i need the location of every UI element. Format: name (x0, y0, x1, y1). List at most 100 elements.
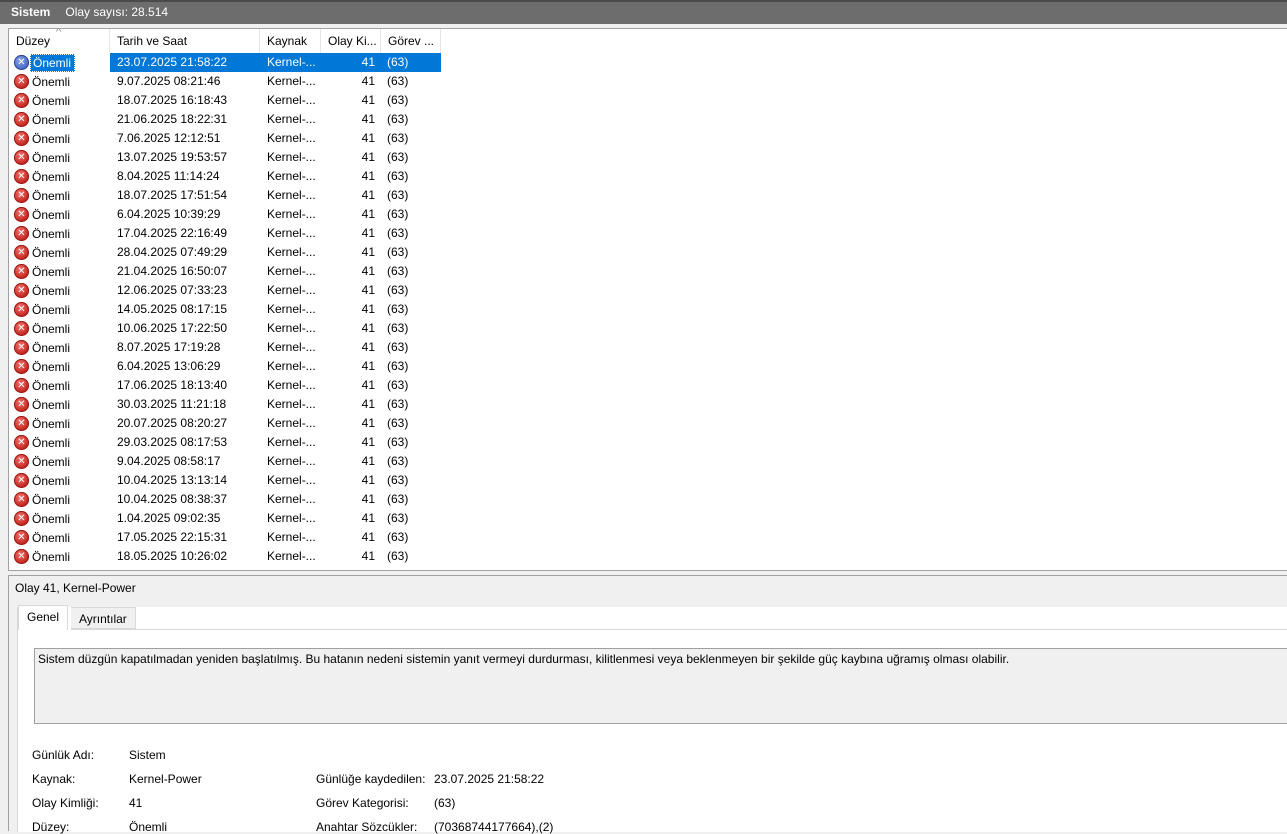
cell-source: Kernel-... (267, 264, 316, 278)
cell-level-text: Önemli (32, 74, 71, 89)
cell-level: ✕ Önemli (9, 530, 110, 546)
table-row[interactable]: ✕ Önemli 18.07.2025 17:51:54 Kernel-... 41 (6… (9, 186, 441, 205)
cell-source: Kernel-... (267, 112, 316, 126)
table-row[interactable]: ✕ Önemli 29.03.2025 08:17:53 Kernel-... 41 (6… (9, 433, 441, 452)
error-x-icon: ✕ (14, 492, 29, 507)
cell-event-id: 41 (361, 264, 375, 278)
table-row[interactable]: ✕ Önemli 9.07.2025 08:21:46 Kernel-... 41 (63… (9, 72, 441, 91)
table-row[interactable]: ✕ Önemli 6.04.2025 13:06:29 Kernel-... 41 (63… (9, 357, 441, 376)
table-row[interactable]: ✕ Önemli 30.03.2025 11:21:18 Kernel-... 41 (6… (9, 395, 441, 414)
cell-date: 7.06.2025 12:12:51 (117, 131, 221, 145)
table-row[interactable]: ✕ Önemli 7.06.2025 12:12:51 Kernel-... 41 (63… (9, 129, 441, 148)
cell-level-text: Önemli (32, 473, 71, 488)
cell-source: Kernel-... (267, 321, 316, 335)
table-row[interactable]: ✕ Önemli 17.06.2025 18:13:40 Kernel-... 41 (6… (9, 376, 441, 395)
cell-task: (63) (387, 283, 409, 297)
event-detail-panel: Olay 41, Kernel-Power Genel Ayrıntılar S… (8, 575, 1287, 834)
table-row[interactable]: ✕ Önemli 17.05.2025 22:15:31 Kernel-... 41 (6… (9, 528, 441, 547)
table-row[interactable]: ✕ Önemli 23.07.2025 21:58:22 Kernel-... 41 (6… (9, 53, 441, 72)
cell-level-text: Önemli (32, 93, 71, 108)
table-row[interactable]: ✕ Önemli 12.06.2025 07:33:23 Kernel-... 41 (6… (9, 281, 441, 300)
column-header-source[interactable]: Kaynak (260, 29, 321, 53)
error-x-icon: ✕ (14, 530, 29, 545)
table-row[interactable]: ✕ Önemli 28.04.2025 07:49:29 Kernel-... 41 (6… (9, 243, 441, 262)
table-row[interactable]: ✕ Önemli 1.04.2025 09:02:35 Kernel-... 41 (63… (9, 509, 441, 528)
cell-level-text: Önemli (32, 302, 71, 317)
cell-task: (63) (387, 378, 409, 392)
cell-level: ✕ Önemli (9, 549, 110, 565)
cell-level-text: Önemli (32, 416, 71, 431)
cell-level-text: Önemli (32, 530, 71, 545)
cell-level: ✕ Önemli (9, 340, 110, 356)
cell-source: Kernel-... (267, 188, 316, 202)
cell-event-id: 41 (361, 378, 375, 392)
cell-source: Kernel-... (267, 416, 316, 430)
cell-event-id: 41 (361, 340, 375, 354)
column-header-task[interactable]: Görev ... (381, 29, 441, 53)
cell-date: 17.06.2025 18:13:40 (117, 378, 228, 392)
cell-level-text: Önemli (32, 283, 71, 298)
cell-level: ✕ Önemli (9, 416, 110, 432)
log-title-bar: Sistem Olay sayısı: 28.514 (0, 0, 1287, 24)
table-row[interactable]: ✕ Önemli 13.07.2025 19:53:57 Kernel-... 41 (6… (9, 148, 441, 167)
cell-event-id: 41 (361, 435, 375, 449)
error-x-icon: ✕ (14, 397, 29, 412)
cell-source: Kernel-... (267, 378, 316, 392)
cell-task: (63) (387, 169, 409, 183)
table-row[interactable]: ✕ Önemli 20.07.2025 08:20:27 Kernel-... 41 (6… (9, 414, 441, 433)
tab-details[interactable]: Ayrıntılar (71, 607, 136, 629)
cell-level-text: Önemli (32, 511, 71, 526)
cell-task: (63) (387, 492, 409, 506)
table-row[interactable]: ✕ Önemli 8.07.2025 17:19:28 Kernel-... 41 (63… (9, 338, 441, 357)
column-header-date[interactable]: Tarih ve Saat (110, 29, 260, 53)
event-list[interactable]: ^ Düzey Tarih ve Saat Kaynak Olay Ki... … (8, 28, 1287, 571)
table-row[interactable]: ✕ Önemli 21.04.2025 16:50:07 Kernel-... 41 (6… (9, 262, 441, 281)
table-row[interactable]: ✕ Önemli 10.06.2025 17:22:50 Kernel-... 41 (6… (9, 319, 441, 338)
cell-source: Kernel-... (267, 511, 316, 525)
cell-level-text: Önemli (32, 188, 71, 203)
cell-date: 18.07.2025 16:18:43 (117, 93, 228, 107)
detail-tabs-area: Genel Ayrıntılar Sistem düzgün kapatılma… (17, 605, 1287, 834)
cell-level-text: Önemli (32, 264, 71, 279)
column-header-event-id[interactable]: Olay Ki... (321, 29, 381, 53)
column-header-level[interactable]: ^ Düzey (9, 29, 110, 53)
cell-task: (63) (387, 150, 409, 164)
table-row[interactable]: ✕ Önemli 18.05.2025 10:26:02 Kernel-... 41 (6… (9, 547, 441, 566)
error-x-icon: ✕ (14, 340, 29, 355)
cell-level-text: Önemli (32, 207, 71, 222)
cell-source: Kernel-... (267, 530, 316, 544)
table-row[interactable]: ✕ Önemli 10.04.2025 08:38:37 Kernel-... 41 (6… (9, 490, 441, 509)
error-x-icon: ✕ (14, 93, 29, 108)
event-list-header: ^ Düzey Tarih ve Saat Kaynak Olay Ki... … (9, 29, 441, 53)
cell-level-text: Önemli (32, 454, 71, 469)
cell-task: (63) (387, 473, 409, 487)
cell-date: 17.05.2025 22:15:31 (117, 530, 228, 544)
table-row[interactable]: ✕ Önemli 10.04.2025 13:13:14 Kernel-... 41 (6… (9, 471, 441, 490)
cell-task: (63) (387, 188, 409, 202)
error-x-icon: ✕ (14, 302, 29, 317)
table-row[interactable]: ✕ Önemli 9.04.2025 08:58:17 Kernel-... 41 (63… (9, 452, 441, 471)
cell-level: ✕ Önemli (9, 302, 110, 318)
event-description[interactable]: Sistem düzgün kapatılmadan yeniden başla… (34, 648, 1287, 724)
cell-event-id: 41 (321, 53, 381, 72)
table-row[interactable]: ✕ Önemli 8.04.2025 11:14:24 Kernel-... 41 (63… (9, 167, 441, 186)
table-row[interactable]: ✕ Önemli 6.04.2025 10:39:29 Kernel-... 41 (63… (9, 205, 441, 224)
task-category-label: Görev Kategorisi: (316, 796, 409, 810)
cell-date: 1.04.2025 09:02:35 (117, 511, 221, 525)
cell-task: (63) (387, 397, 409, 411)
table-row[interactable]: ✕ Önemli 21.06.2025 18:22:31 Kernel-... 41 (6… (9, 110, 441, 129)
keywords-value: (70368744177664),(2) (434, 820, 554, 834)
cell-source: Kernel-... (267, 359, 316, 373)
cell-event-id: 41 (361, 549, 375, 563)
table-row[interactable]: ✕ Önemli 14.05.2025 08:17:15 Kernel-... 41 (6… (9, 300, 441, 319)
error-x-icon: ✕ (14, 226, 29, 241)
error-x-icon: ✕ (14, 112, 29, 127)
table-row[interactable]: ✕ Önemli 17.04.2025 22:16:49 Kernel-... 41 (6… (9, 224, 441, 243)
cell-event-id: 41 (361, 150, 375, 164)
tab-general[interactable]: Genel (18, 605, 69, 630)
cell-date: 30.03.2025 11:21:18 (117, 397, 227, 411)
cell-source: Kernel-... (267, 397, 316, 411)
table-row[interactable]: ✕ Önemli 18.07.2025 16:18:43 Kernel-... 41 (6… (9, 91, 441, 110)
error-x-icon: ✕ (14, 207, 29, 222)
cell-task: (63) (387, 454, 409, 468)
